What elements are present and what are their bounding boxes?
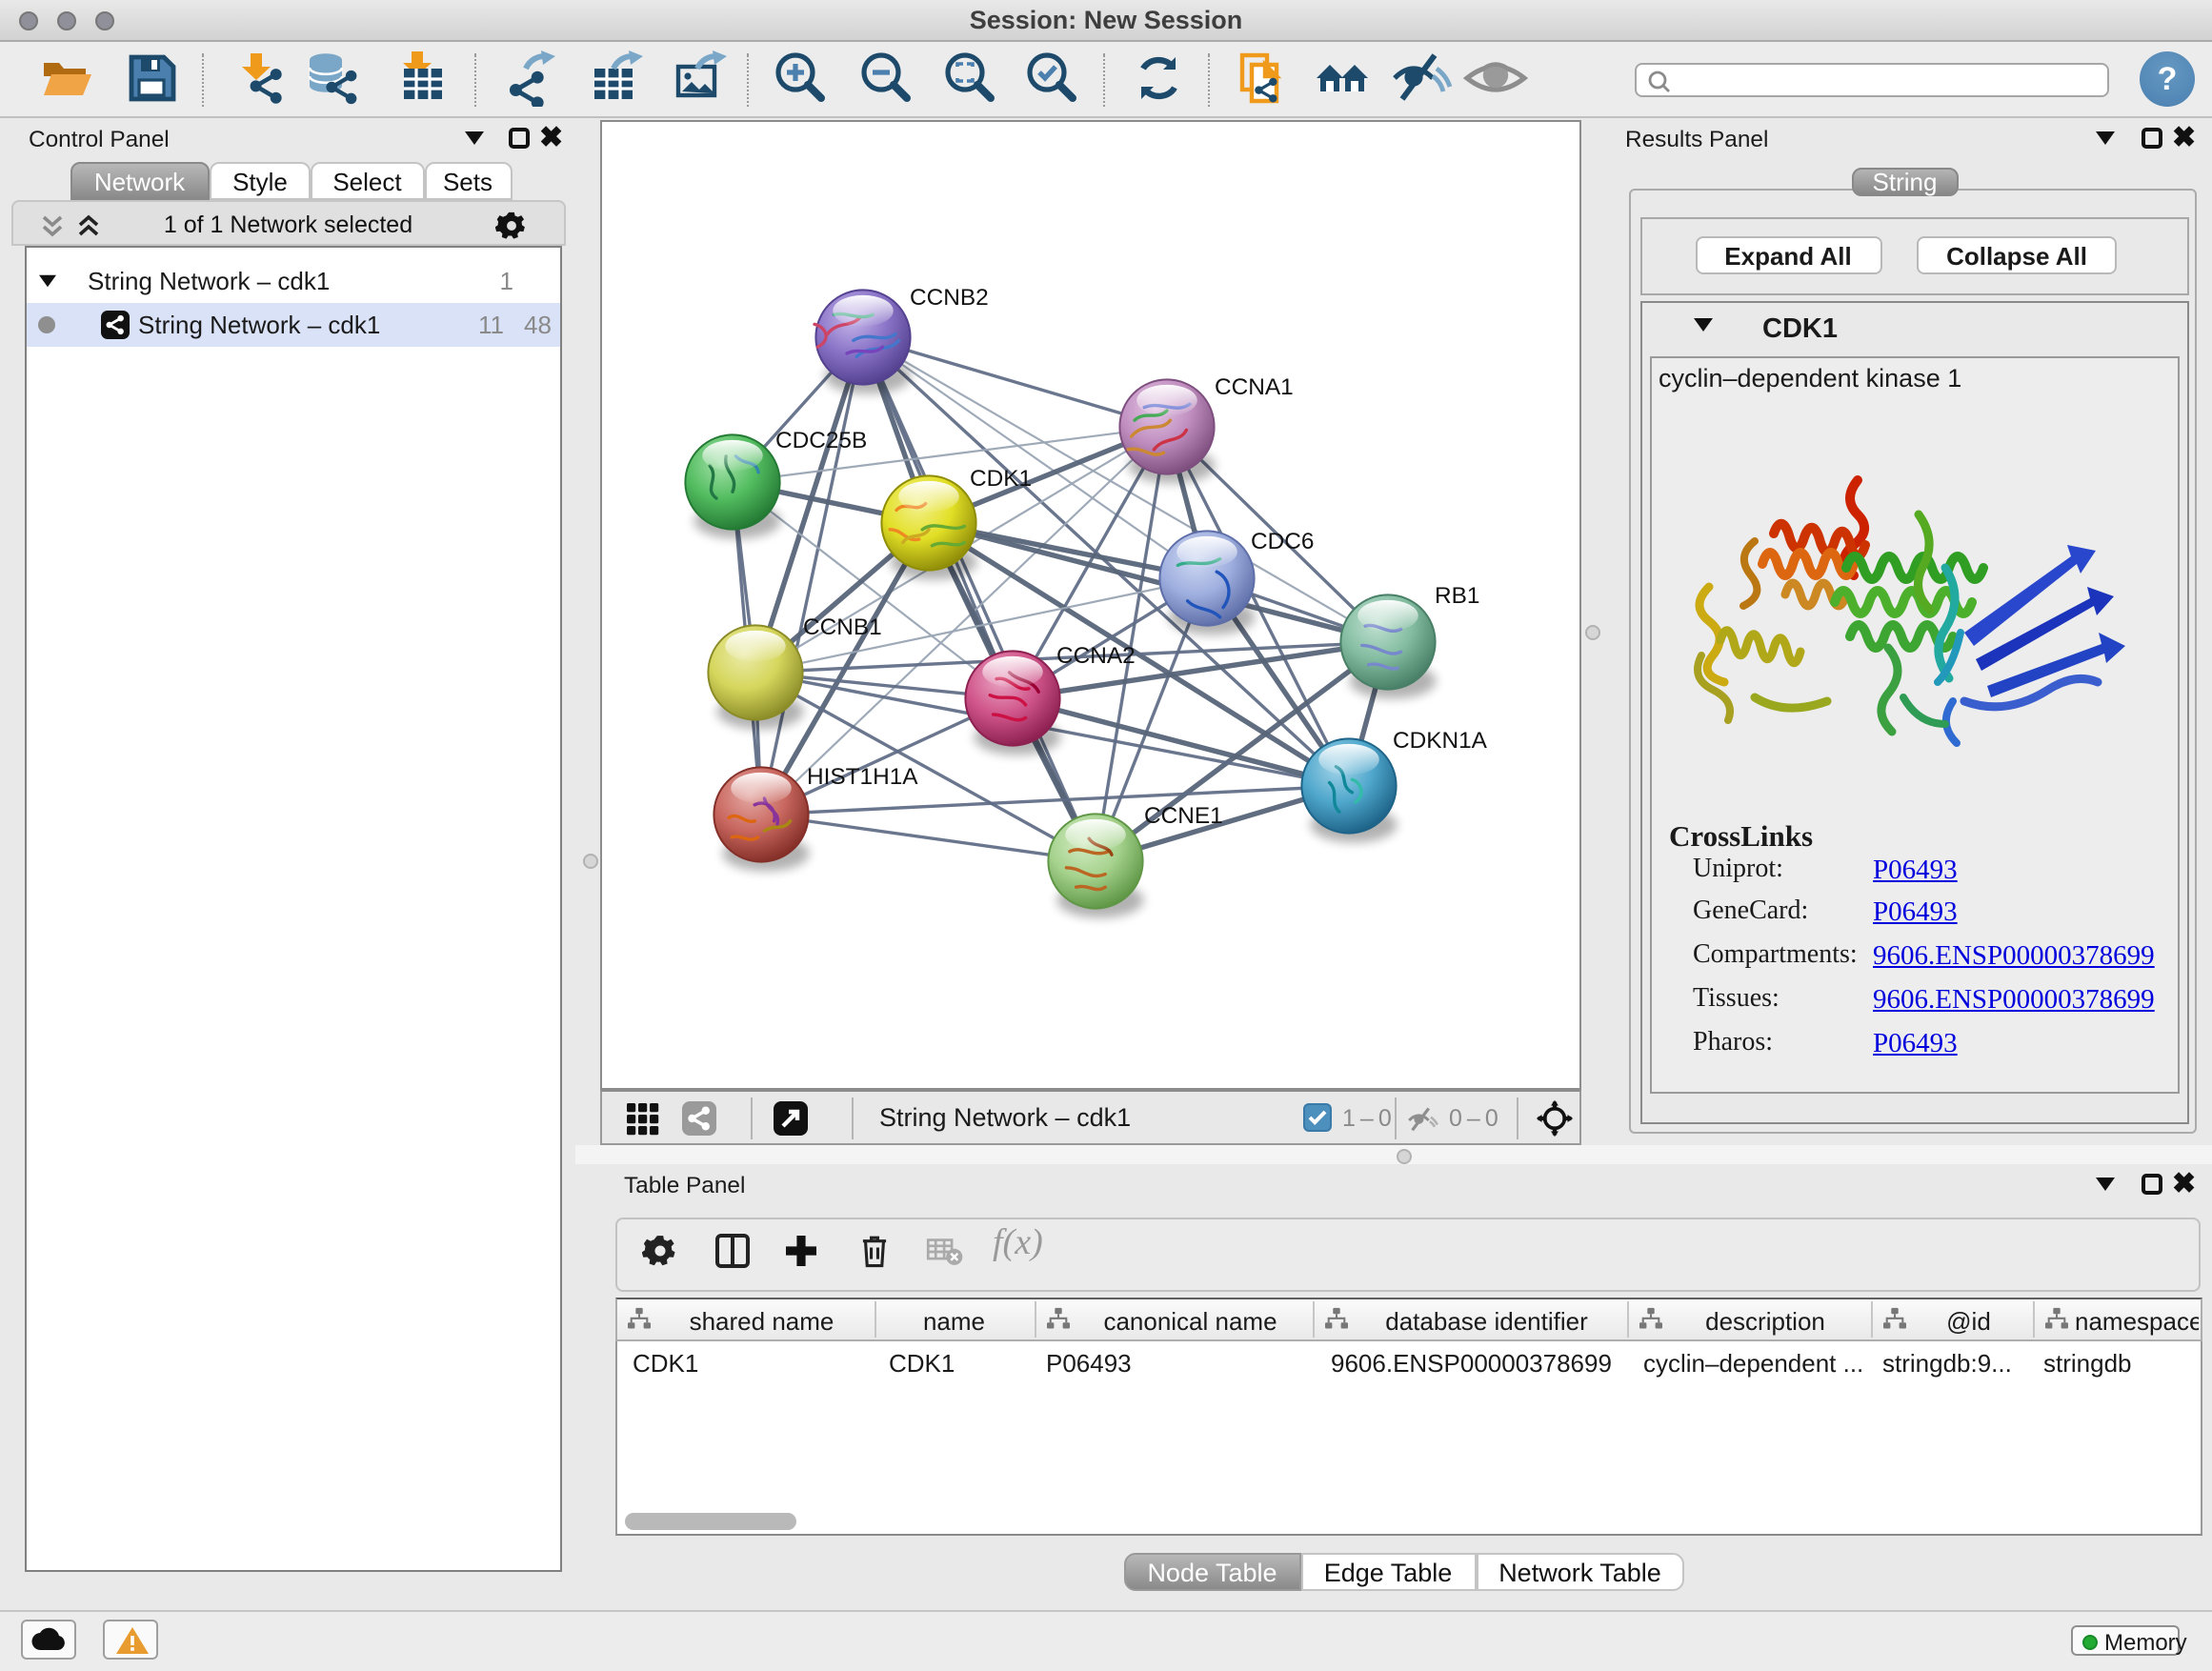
svg-text:RB1: RB1 — [1434, 583, 1478, 609]
svg-text:CCNB2: CCNB2 — [909, 285, 988, 311]
svg-text:CDC6: CDC6 — [1250, 529, 1313, 554]
svg-text:CCNA2: CCNA2 — [1056, 643, 1135, 669]
svg-text:CCNA1: CCNA1 — [1214, 374, 1293, 400]
svg-text:CDKN1A: CDKN1A — [1392, 728, 1487, 754]
svg-text:CDK1: CDK1 — [969, 466, 1031, 492]
svg-text:CCNB1: CCNB1 — [802, 614, 881, 640]
svg-text:HIST1H1A: HIST1H1A — [806, 764, 917, 790]
svg-text:CCNE1: CCNE1 — [1143, 803, 1222, 829]
svg-text:CDC25B: CDC25B — [774, 428, 866, 453]
